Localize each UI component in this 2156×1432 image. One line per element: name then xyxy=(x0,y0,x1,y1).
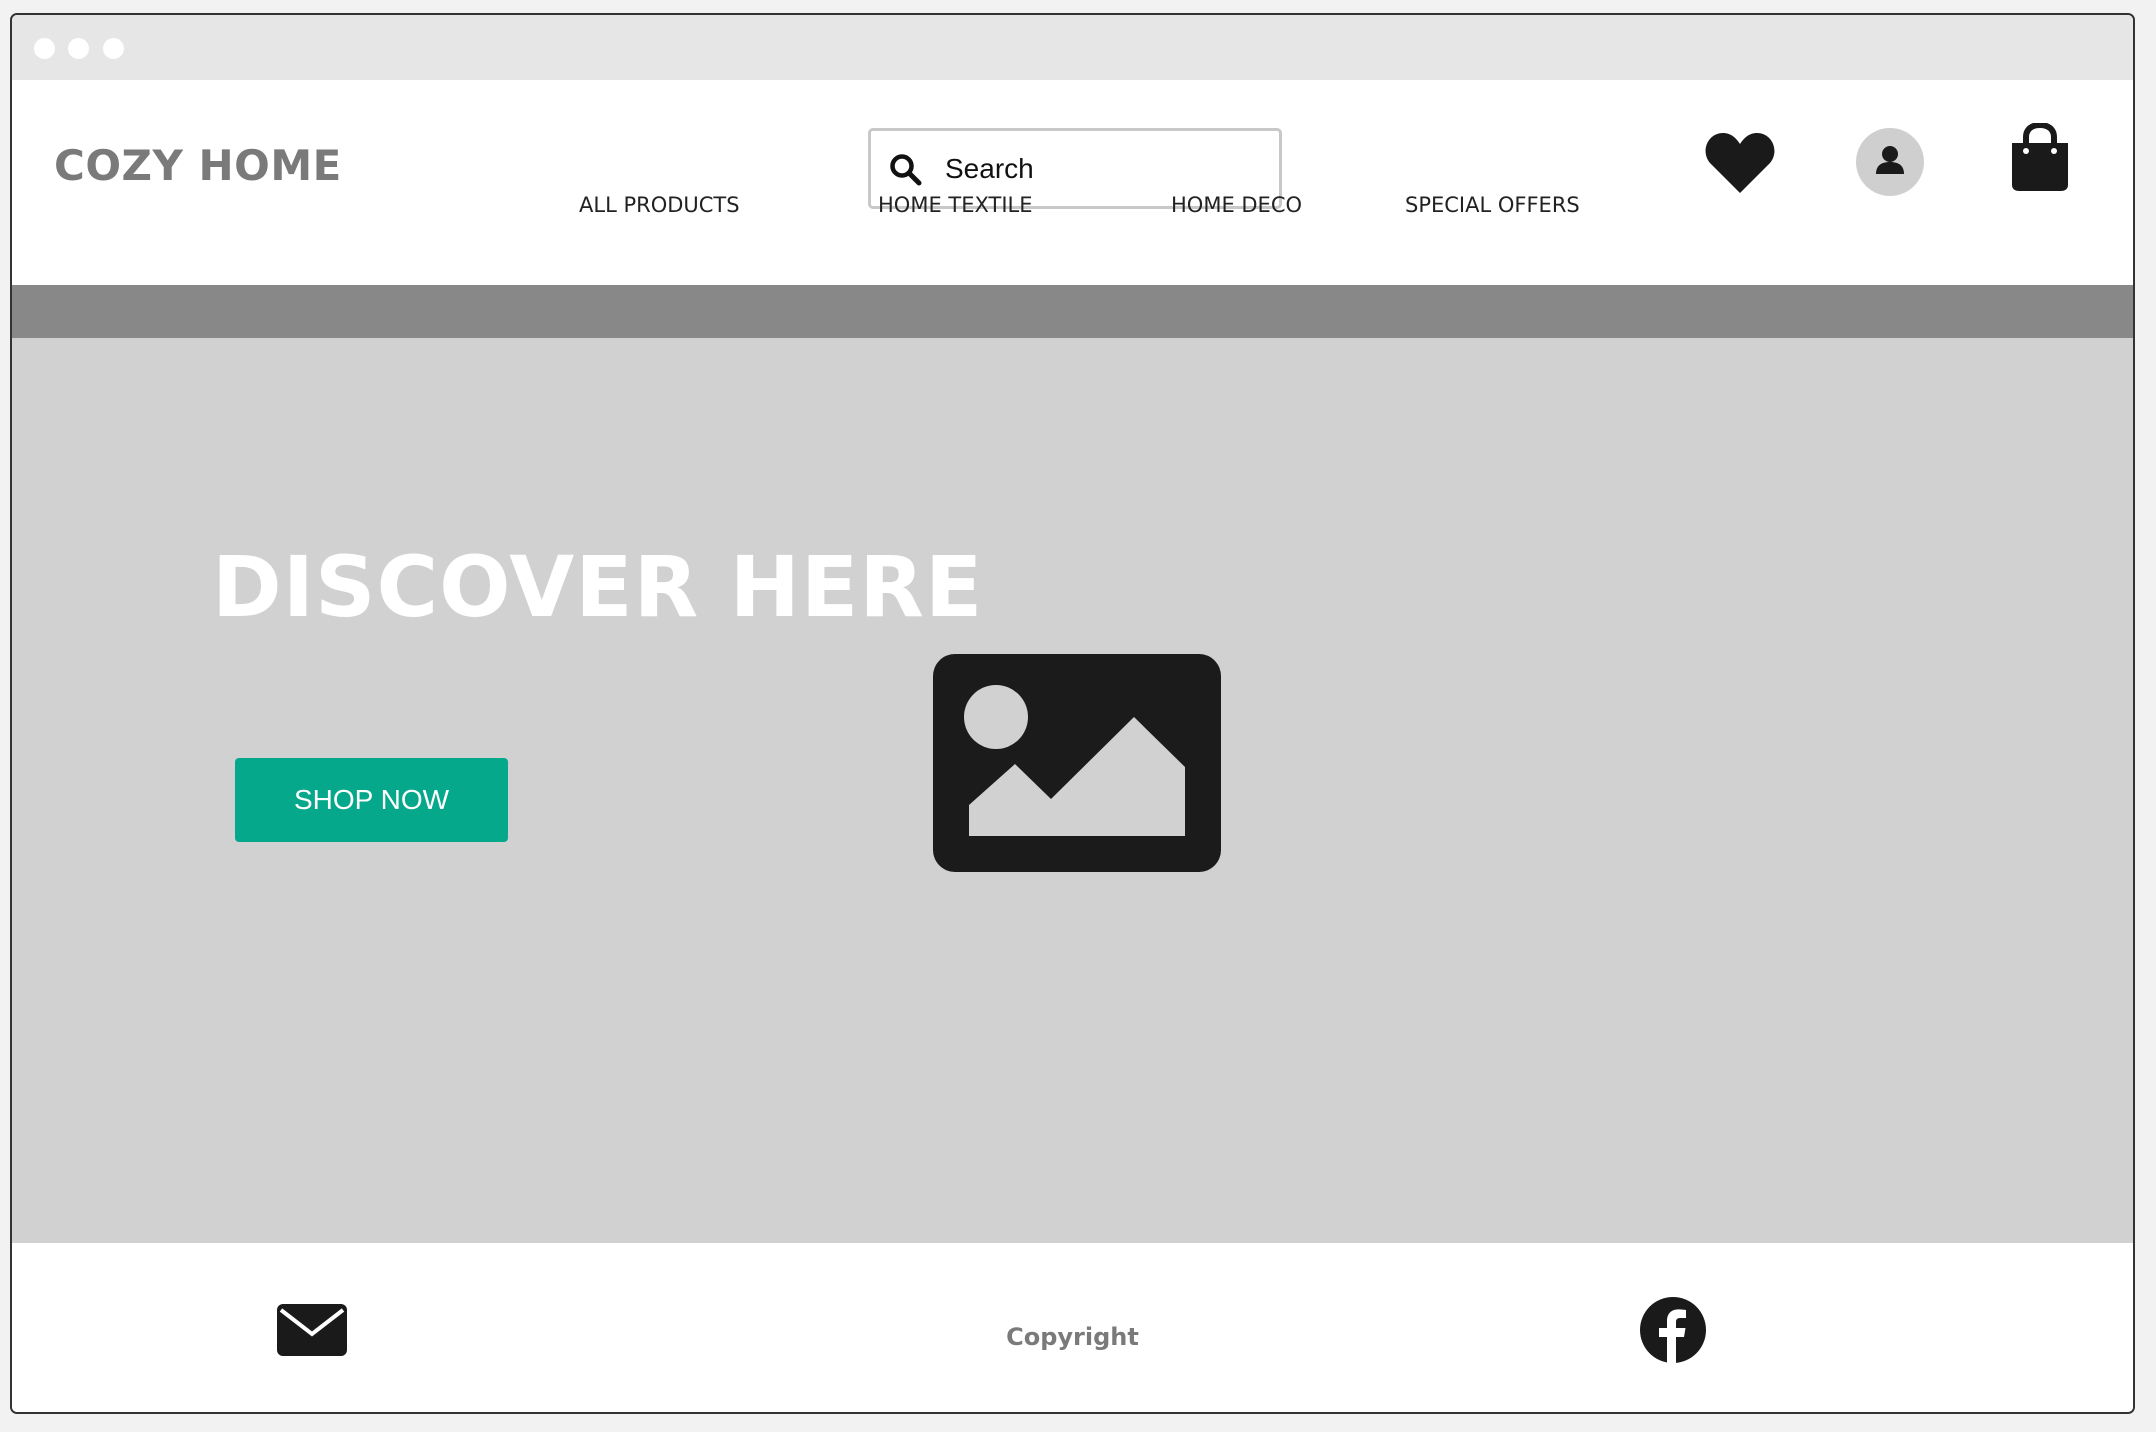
site-footer: Copyright xyxy=(12,1243,2133,1412)
shopping-bag-icon[interactable] xyxy=(2008,123,2072,193)
brand-logo[interactable]: COZY HOME xyxy=(54,141,342,190)
site-header: COZY HOME Search xyxy=(12,80,2133,209)
heart-icon[interactable] xyxy=(1705,131,1775,195)
facebook-icon[interactable] xyxy=(1640,1297,1706,1363)
nav-item-home-deco[interactable]: HOME DECO xyxy=(1171,193,1302,217)
nav-item-home-textile[interactable]: HOME TEXTILE xyxy=(878,193,1033,217)
user-icon[interactable] xyxy=(1856,128,1924,196)
hero-title: DISCOVER HERE xyxy=(212,538,984,636)
search-icon xyxy=(890,154,922,186)
shop-now-button[interactable]: SHOP NOW xyxy=(235,758,508,842)
window-dot-close[interactable] xyxy=(34,38,55,59)
hero-banner: DISCOVER HERE SHOP NOW xyxy=(12,338,2133,1243)
main-nav: ALL PRODUCTS HOME TEXTILE HOME DECO SPEC… xyxy=(12,193,2133,233)
image-placeholder-icon xyxy=(933,654,1221,872)
user-glyph xyxy=(1876,146,1904,174)
copyright-text: Copyright xyxy=(1006,1323,1139,1351)
browser-chrome xyxy=(12,15,2133,80)
search-placeholder: Search xyxy=(945,153,1034,184)
header-divider-strip xyxy=(12,285,2133,338)
window-dot-maximize[interactable] xyxy=(103,38,124,59)
nav-item-all-products[interactable]: ALL PRODUCTS xyxy=(579,193,740,217)
nav-item-special-offers[interactable]: SPECIAL OFFERS xyxy=(1405,193,1580,217)
browser-window: COZY HOME Search ALL PRODUCTS HOME TEXTI… xyxy=(10,13,2135,1414)
window-dot-minimize[interactable] xyxy=(68,38,89,59)
